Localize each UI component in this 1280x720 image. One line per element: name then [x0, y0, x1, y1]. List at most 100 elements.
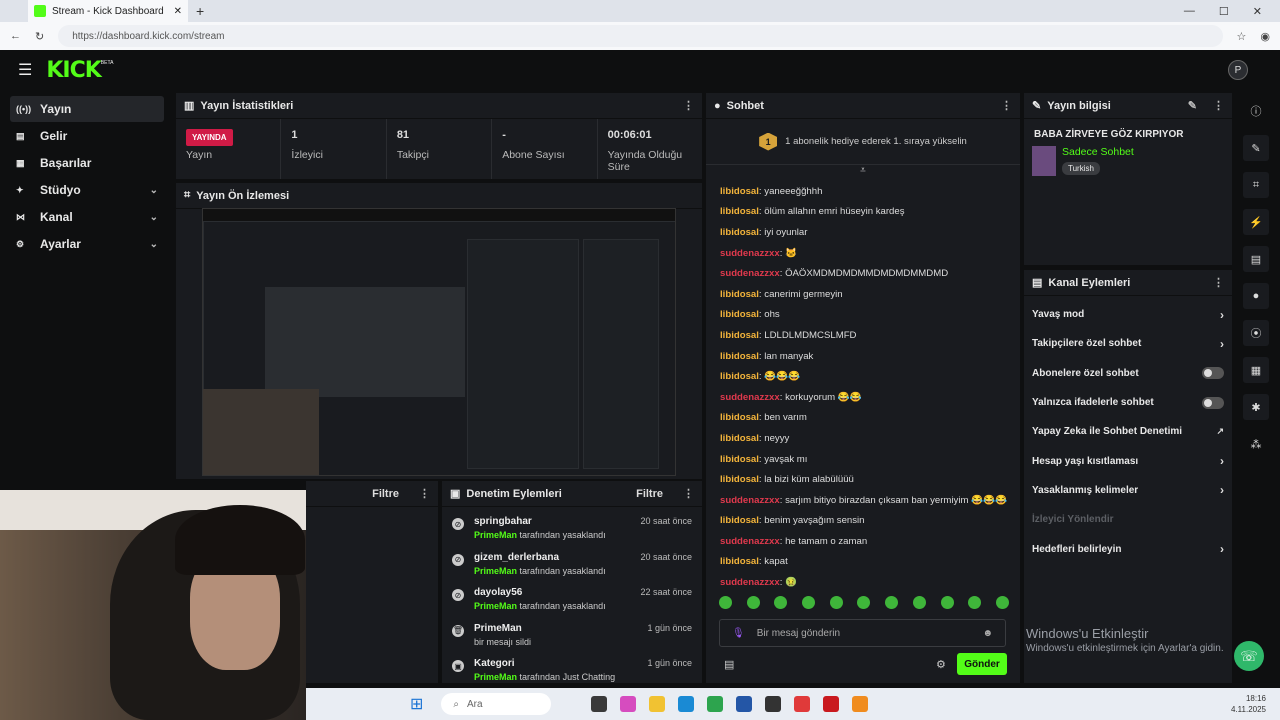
- edge-icon[interactable]: [678, 696, 695, 712]
- chat-input[interactable]: 🎙 Bir mesaj gönderin ☻: [719, 619, 1006, 647]
- store-icon[interactable]: [736, 696, 753, 712]
- chat-username[interactable]: suddenazzxx: [720, 392, 780, 403]
- chat-username[interactable]: libidosal: [720, 351, 759, 362]
- bolt-icon[interactable]: ⚡: [1243, 209, 1269, 235]
- broadcast-icon[interactable]: ⦿: [1243, 320, 1269, 346]
- channel-action-0[interactable]: Yavaş mod ›: [1024, 300, 1232, 329]
- edit-pencil-icon[interactable]: ✎: [1188, 99, 1197, 112]
- toggle-switch[interactable]: [1202, 396, 1224, 409]
- close-tab-icon[interactable]: ✕: [174, 6, 182, 17]
- clock[interactable]: 18:16 4.11.2025: [1231, 693, 1266, 715]
- sidebar-item-1[interactable]: ▤ Gelir: [10, 123, 164, 149]
- chat-username[interactable]: libidosal: [720, 433, 759, 444]
- emote-icon[interactable]: [774, 596, 788, 609]
- emote-icon[interactable]: [940, 596, 954, 609]
- chat-username[interactable]: libidosal: [720, 206, 759, 217]
- more-icon[interactable]: ⋮: [419, 487, 430, 500]
- emote-icon[interactable]: [719, 596, 732, 609]
- emote-icon[interactable]: [885, 596, 899, 609]
- microphone-icon[interactable]: 🎙: [732, 628, 745, 639]
- mod-target[interactable]: dayolay56: [474, 587, 630, 598]
- chat-username[interactable]: libidosal: [720, 186, 759, 197]
- url-field[interactable]: https://dashboard.kick.com/stream: [58, 25, 1223, 47]
- category-link[interactable]: Sadece Sohbet: [1062, 146, 1134, 158]
- obs-icon[interactable]: [765, 696, 782, 712]
- chat-username[interactable]: suddenazzxx: [720, 268, 780, 279]
- layout-icon[interactable]: ▦: [1243, 357, 1269, 383]
- channel-action-8[interactable]: Hedefleri belirleyin ›: [1024, 534, 1232, 563]
- sidebar-item-3[interactable]: ✦ Stüdyo ⌄: [10, 177, 164, 203]
- explorer-icon[interactable]: [649, 696, 666, 712]
- vlc-icon[interactable]: [852, 696, 869, 712]
- chat-username[interactable]: suddenazzxx: [720, 248, 780, 259]
- chat-username[interactable]: suddenazzxx: [720, 536, 780, 547]
- chat-username[interactable]: libidosal: [720, 371, 759, 382]
- send-button[interactable]: Gönder: [957, 653, 1007, 675]
- filter-button[interactable]: Filtre: [636, 488, 663, 500]
- preview-toggle-icon[interactable]: ⌗: [1243, 172, 1269, 198]
- mod-target[interactable]: Kategori: [474, 658, 637, 669]
- info-icon[interactable]: ⓘ: [1243, 98, 1269, 124]
- sidebar-item-0[interactable]: ((•)) Yayın: [10, 96, 164, 122]
- chevron-down-icon[interactable]: ⌄: [150, 239, 158, 250]
- new-tab-button[interactable]: +: [196, 3, 204, 19]
- emoji-icon[interactable]: ☻: [982, 628, 993, 639]
- gift-icon[interactable]: ▤: [724, 658, 734, 671]
- emote-icon[interactable]: [995, 596, 1009, 609]
- copilot-icon[interactable]: [620, 696, 637, 712]
- emote-icon[interactable]: [968, 596, 982, 609]
- chat-toggle-icon[interactable]: ●: [1243, 283, 1269, 309]
- more-icon[interactable]: ⋮: [1213, 276, 1224, 289]
- filter-button[interactable]: Filtre: [372, 488, 399, 500]
- chat-settings-icon[interactable]: ⚙: [936, 658, 946, 671]
- back-icon[interactable]: ←: [10, 30, 21, 42]
- yandex-icon[interactable]: [794, 696, 811, 712]
- kick-logo[interactable]: KICK: [46, 58, 101, 83]
- chat-username[interactable]: libidosal: [720, 412, 759, 423]
- channel-action-5[interactable]: Hesap yaşı kısıtlaması ›: [1024, 446, 1232, 475]
- mod-target[interactable]: PrimeMan: [474, 623, 637, 634]
- chat-username[interactable]: libidosal: [720, 309, 759, 320]
- channel-action-6[interactable]: Yasaklanmış kelimeler ›: [1024, 476, 1232, 505]
- channel-action-1[interactable]: Takipçilere özel sohbet ›: [1024, 329, 1232, 358]
- stream-preview-video[interactable]: [202, 208, 676, 476]
- support-icon[interactable]: ☏: [1234, 641, 1264, 671]
- menu-icon[interactable]: ☰: [18, 60, 32, 80]
- windows-start-icon[interactable]: ⊞: [410, 694, 423, 714]
- more-icon[interactable]: ⋮: [683, 487, 694, 500]
- mod-target[interactable]: springbahar: [474, 516, 630, 527]
- mod-target[interactable]: gizem_derlerbana: [474, 552, 630, 563]
- wrench-icon[interactable]: ✱: [1243, 394, 1269, 420]
- channel-action-4[interactable]: Yapay Zeka ile Sohbet Denetimi ↗: [1024, 417, 1232, 446]
- refresh-icon[interactable]: ↻: [35, 30, 44, 43]
- sidebar-item-4[interactable]: ⋈ Kanal ⌄: [10, 204, 164, 230]
- toggle-switch[interactable]: [1202, 367, 1224, 380]
- chat-username[interactable]: libidosal: [720, 289, 759, 300]
- chevron-down-icon[interactable]: ⌄: [150, 185, 158, 196]
- emote-icon[interactable]: [746, 596, 760, 609]
- share-icon[interactable]: ⁂: [1243, 431, 1269, 457]
- browser-tab[interactable]: Stream - Kick Dashboard ✕: [28, 0, 188, 22]
- gift-banner[interactable]: 1 1 abonelik hediye ederek 1. sıraya yük…: [706, 119, 1020, 165]
- taskview-icon[interactable]: [591, 696, 608, 712]
- close-window-icon[interactable]: ✕: [1253, 5, 1262, 18]
- chat-username[interactable]: suddenazzxx: [720, 577, 780, 588]
- emote-icon[interactable]: [912, 596, 926, 609]
- avatar[interactable]: P: [1228, 60, 1248, 80]
- pencil-icon[interactable]: ✎: [1243, 135, 1269, 161]
- profile-icon[interactable]: ◉: [1260, 30, 1270, 43]
- chat-username[interactable]: libidosal: [720, 474, 759, 485]
- chat-username[interactable]: libidosal: [720, 330, 759, 341]
- channel-action-3[interactable]: Yalnızca ifadelerle sohbet: [1024, 388, 1232, 417]
- minimize-icon[interactable]: —: [1184, 5, 1195, 18]
- emote-icon[interactable]: [829, 596, 843, 609]
- taskbar-search[interactable]: ⌕ Ara: [441, 693, 552, 715]
- chat-username[interactable]: libidosal: [720, 515, 759, 526]
- chevron-down-icon[interactable]: ⌄: [150, 212, 158, 223]
- opera-icon[interactable]: [823, 696, 840, 712]
- chat-username[interactable]: libidosal: [720, 454, 759, 465]
- chevron-down-icon[interactable]: ⩡: [706, 165, 1020, 181]
- chat-username[interactable]: suddenazzxx: [720, 495, 780, 506]
- document-icon[interactable]: ▤: [1243, 246, 1269, 272]
- more-icon[interactable]: ⋮: [683, 99, 694, 112]
